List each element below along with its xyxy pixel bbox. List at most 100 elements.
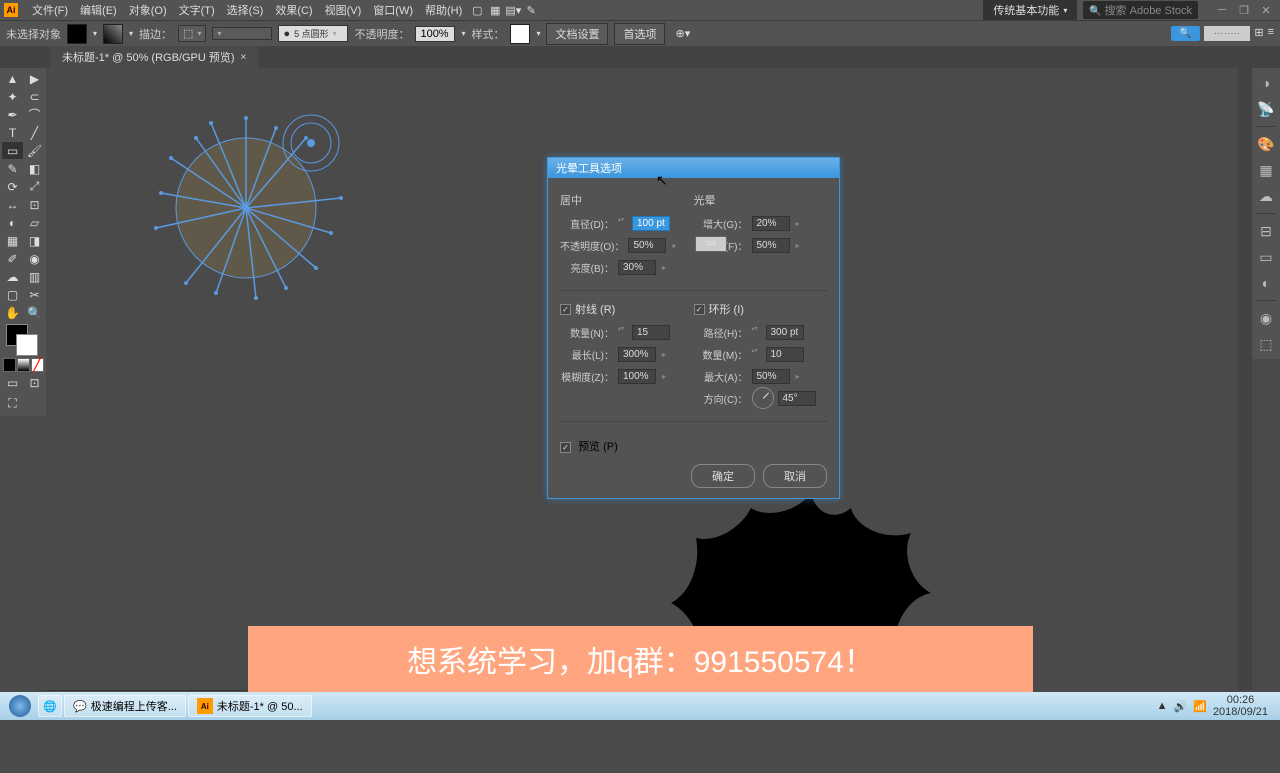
- tray-icon[interactable]: 📶: [1193, 700, 1207, 713]
- none-mode[interactable]: ╱: [31, 358, 44, 372]
- menu-edit[interactable]: 编辑(E): [74, 2, 123, 18]
- curvature-tool[interactable]: ⌒: [24, 106, 45, 123]
- dialog-title[interactable]: 光晕工具选项: [548, 158, 839, 178]
- screen-mode[interactable]: ▭: [2, 374, 23, 391]
- maximize-button[interactable]: ❐: [1234, 3, 1254, 17]
- arrange-icon[interactable]: ▦: [486, 1, 504, 19]
- center-opacity-input[interactable]: 50%: [628, 238, 666, 253]
- diameter-spinner[interactable]: ▴▾: [618, 216, 628, 230]
- cancel-button[interactable]: 取消: [763, 464, 827, 488]
- pencil-tool[interactable]: ✎: [2, 160, 23, 177]
- color-boxes[interactable]: [2, 324, 45, 356]
- selection-tool[interactable]: ▲: [2, 70, 23, 87]
- menu-object[interactable]: 对象(O): [123, 2, 173, 18]
- brushes-icon[interactable]: ☁: [1255, 185, 1277, 207]
- hand-tool[interactable]: ✋: [2, 304, 23, 321]
- stroke-profile[interactable]: ▾: [212, 27, 272, 40]
- direction-dial[interactable]: [752, 387, 774, 409]
- direct-selection-tool[interactable]: ▶: [24, 70, 45, 87]
- opacity-field[interactable]: 100%: [415, 26, 455, 42]
- graph-tool[interactable]: ▥: [24, 268, 45, 285]
- tray-icon[interactable]: 🔊: [1174, 700, 1188, 713]
- stock-search[interactable]: ········: [1204, 26, 1251, 41]
- width-tool[interactable]: ↔: [2, 196, 23, 213]
- color-mode[interactable]: [3, 358, 16, 372]
- symbols-icon[interactable]: ⊟: [1255, 220, 1277, 242]
- gradient-mode[interactable]: [17, 358, 30, 372]
- gpu-icon[interactable]: ✎: [522, 1, 540, 19]
- diameter-input[interactable]: [632, 216, 670, 231]
- swatches-icon[interactable]: ▦: [1255, 159, 1277, 181]
- rotate-tool[interactable]: ⟳: [2, 178, 23, 195]
- direction-input[interactable]: 45°: [778, 391, 816, 406]
- menu-view[interactable]: 视图(V): [319, 2, 368, 18]
- stroke-icon[interactable]: ▭: [1255, 246, 1277, 268]
- stock-button[interactable]: 🔍: [1171, 26, 1199, 41]
- libraries-icon[interactable]: 📡: [1255, 98, 1277, 120]
- symbol-tool[interactable]: ☁: [2, 268, 23, 285]
- lasso-tool[interactable]: ⊂: [24, 88, 45, 105]
- slider-icon[interactable]: ▸: [672, 241, 676, 250]
- tray-icon[interactable]: ▲: [1157, 700, 1168, 712]
- vertical-scrollbar[interactable]: [1238, 68, 1252, 690]
- align-icon[interactable]: ⊕▾: [675, 27, 690, 40]
- pen-tool[interactable]: ✒: [2, 106, 23, 123]
- change-screen[interactable]: ⛶: [2, 392, 23, 414]
- layers-icon[interactable]: ⬚: [1255, 333, 1277, 355]
- menu-type[interactable]: 文字(T): [173, 2, 221, 18]
- start-button[interactable]: [4, 694, 36, 718]
- line-tool[interactable]: ╱: [24, 124, 45, 141]
- close-button[interactable]: ✕: [1256, 3, 1276, 17]
- panel-menu-icon[interactable]: ≡: [1268, 26, 1274, 41]
- menu-effect[interactable]: 效果(C): [269, 2, 318, 18]
- task-app1[interactable]: 💬 极速编程上传客...: [64, 695, 186, 717]
- halo-fuzz-input[interactable]: 50%: [752, 238, 790, 253]
- system-tray[interactable]: ▲ 🔊 📶 00:26 2018/09/21: [1157, 694, 1276, 718]
- rays-fuzz-input[interactable]: 100%: [618, 369, 656, 384]
- menu-help[interactable]: 帮助(H): [419, 2, 468, 18]
- grid-icon[interactable]: ▤▾: [504, 1, 522, 19]
- rays-longest-input[interactable]: 300%: [618, 347, 656, 362]
- slice-tool[interactable]: ✂: [24, 286, 45, 303]
- mesh-tool[interactable]: ▦: [2, 232, 23, 249]
- style-swatch[interactable]: [510, 24, 530, 44]
- growth-input[interactable]: 20%: [752, 216, 790, 231]
- close-icon[interactable]: ×: [241, 52, 247, 63]
- clock[interactable]: 00:26 2018/09/21: [1213, 694, 1268, 718]
- prefs-button[interactable]: 首选项: [614, 23, 665, 45]
- rectangle-tool[interactable]: ▭: [2, 142, 23, 159]
- brightness-input[interactable]: 30%: [618, 260, 656, 275]
- free-transform-tool[interactable]: ⊡: [24, 196, 45, 213]
- fill-swatch[interactable]: [67, 24, 87, 44]
- eyedropper-tool[interactable]: ✐: [2, 250, 23, 267]
- appearance-icon[interactable]: ◐: [1255, 272, 1277, 294]
- perspective-tool[interactable]: ▱: [24, 214, 45, 231]
- rings-path-input[interactable]: 300 pt: [766, 325, 804, 340]
- menu-file[interactable]: 文件(F): [26, 2, 74, 18]
- zoom-tool[interactable]: 🔍: [24, 304, 45, 321]
- stroke-color[interactable]: [16, 334, 38, 356]
- rays-count-input[interactable]: 15: [632, 325, 670, 340]
- stroke-swatch[interactable]: [103, 24, 123, 44]
- search-stock[interactable]: 🔍 搜索 Adobe Stock: [1083, 1, 1198, 19]
- menu-window[interactable]: 窗口(W): [367, 2, 419, 18]
- minimize-button[interactable]: ─: [1212, 3, 1232, 17]
- task-illustrator[interactable]: Ai未标题-1* @ 50...: [188, 695, 312, 717]
- type-tool[interactable]: T: [2, 124, 23, 141]
- preview-checkbox[interactable]: [560, 442, 571, 453]
- scale-tool[interactable]: ⤢: [24, 178, 45, 195]
- eraser-tool[interactable]: ◧: [24, 160, 45, 177]
- color-icon[interactable]: 🎨: [1255, 133, 1277, 155]
- gradient-tool[interactable]: ◨: [24, 232, 45, 249]
- artboard-tool[interactable]: ▢: [2, 286, 23, 303]
- magic-wand-tool[interactable]: ✦: [2, 88, 23, 105]
- document-tab[interactable]: 未标题-1* @ 50% (RGB/GPU 预览) ×: [50, 46, 258, 68]
- brush-def[interactable]: ● 5 点圆形▾: [278, 25, 348, 42]
- properties-icon[interactable]: ◑: [1255, 72, 1277, 94]
- brush-tool[interactable]: 🖌: [24, 142, 45, 159]
- rings-checkbox[interactable]: [694, 304, 705, 315]
- rings-largest-input[interactable]: 50%: [752, 369, 790, 384]
- rays-checkbox[interactable]: [560, 304, 571, 315]
- shape-builder-tool[interactable]: ◐: [2, 214, 23, 231]
- bridge-icon[interactable]: ▢: [468, 1, 486, 19]
